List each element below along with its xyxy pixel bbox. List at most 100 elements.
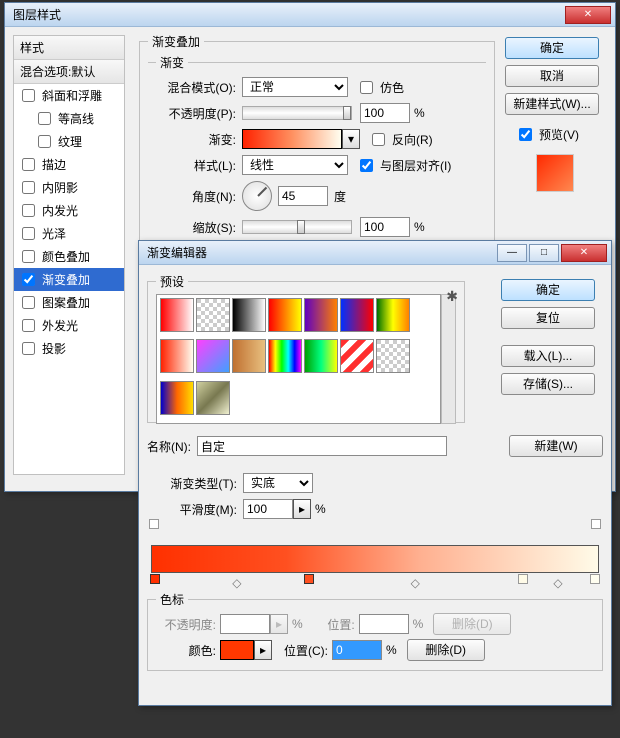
effect-item-8[interactable]: 渐变叠加 [14, 268, 124, 291]
angle-dial[interactable] [242, 181, 272, 211]
stop-color-dropdown[interactable]: ▸ [254, 640, 272, 660]
preset-15[interactable] [196, 381, 230, 415]
align-checkbox[interactable] [360, 159, 373, 172]
effect-item-0[interactable]: 斜面和浮雕 [14, 84, 124, 107]
preset-10[interactable] [268, 339, 302, 373]
gradient-bar[interactable]: ◇ ◇ ◇ [151, 545, 599, 573]
effect-checkbox[interactable] [22, 250, 35, 263]
maximize-icon[interactable]: □ [529, 244, 559, 262]
color-stop-1[interactable] [304, 574, 314, 584]
effect-checkbox[interactable] [22, 89, 35, 102]
color-stop-3[interactable] [590, 574, 600, 584]
preset-4[interactable] [304, 298, 338, 332]
effect-item-2[interactable]: 纹理 [14, 130, 124, 153]
preset-9[interactable] [232, 339, 266, 373]
effect-item-6[interactable]: 光泽 [14, 222, 124, 245]
style-label: 样式(L): [156, 157, 236, 174]
gradient-dropdown-icon[interactable]: ▾ [342, 129, 360, 149]
cancel-button[interactable]: 取消 [505, 65, 599, 87]
effect-item-3[interactable]: 描边 [14, 153, 124, 176]
effect-checkbox[interactable] [22, 342, 35, 355]
preset-2[interactable] [232, 298, 266, 332]
style-select[interactable]: 线性 [242, 155, 348, 175]
color-stop-0[interactable] [150, 574, 160, 584]
ge-save-button[interactable]: 存储(S)... [501, 373, 595, 395]
close-icon[interactable]: ✕ [565, 6, 611, 24]
degree-label: 度 [334, 188, 346, 205]
opacity-slider[interactable] [242, 106, 352, 120]
type-select[interactable]: 实底 [243, 473, 313, 493]
new-style-button[interactable]: 新建样式(W)... [505, 93, 599, 115]
blend-mode-select[interactable]: 正常 [242, 77, 348, 97]
titlebar[interactable]: 图层样式 ✕ [5, 3, 615, 27]
effect-label: 等高线 [58, 110, 94, 127]
stop-opacity-input [220, 614, 270, 634]
midpoint-0[interactable]: ◇ [232, 576, 241, 590]
effect-checkbox[interactable] [22, 319, 35, 332]
effect-label: 斜面和浮雕 [42, 87, 102, 104]
midpoint-2[interactable]: ◇ [553, 576, 562, 590]
ok-button[interactable]: 确定 [505, 37, 599, 59]
effect-item-4[interactable]: 内阴影 [14, 176, 124, 199]
effect-checkbox[interactable] [22, 181, 35, 194]
preset-14[interactable] [160, 381, 194, 415]
effect-item-10[interactable]: 外发光 [14, 314, 124, 337]
effect-checkbox[interactable] [22, 204, 35, 217]
preset-5[interactable] [340, 298, 374, 332]
styles-header[interactable]: 样式 [14, 36, 124, 60]
effect-item-9[interactable]: 图案叠加 [14, 291, 124, 314]
color-stop-2[interactable] [518, 574, 528, 584]
pct-label-3: % [315, 502, 326, 516]
effect-checkbox[interactable] [22, 296, 35, 309]
stop-color-delete-button[interactable]: 删除(D) [407, 639, 485, 661]
preset-7[interactable] [160, 339, 194, 373]
preset-6[interactable] [376, 298, 410, 332]
type-label: 渐变类型(T): [147, 475, 237, 492]
midpoint-1[interactable]: ◇ [411, 576, 420, 590]
preset-0[interactable] [160, 298, 194, 332]
preset-8[interactable] [196, 339, 230, 373]
angle-input[interactable] [278, 186, 328, 206]
blend-options-header[interactable]: 混合选项:默认 [14, 60, 124, 84]
opacity-stop-right[interactable] [591, 519, 601, 529]
preset-11[interactable] [304, 339, 338, 373]
smooth-input[interactable] [243, 499, 293, 519]
ge-ok-button[interactable]: 确定 [501, 279, 595, 301]
preset-scrollbar[interactable] [441, 294, 456, 424]
scale-input[interactable] [360, 217, 410, 237]
preset-12[interactable] [340, 339, 374, 373]
preset-1[interactable] [196, 298, 230, 332]
effect-checkbox[interactable] [22, 158, 35, 171]
preset-13[interactable] [376, 339, 410, 373]
ge-reset-button[interactable]: 复位 [501, 307, 595, 329]
ge-new-button[interactable]: 新建(W) [509, 435, 603, 457]
effect-item-7[interactable]: 颜色叠加 [14, 245, 124, 268]
effect-label: 光泽 [42, 225, 66, 242]
effect-item-11[interactable]: 投影 [14, 337, 124, 360]
preview-checkbox[interactable] [519, 128, 532, 141]
minimize-icon[interactable]: — [497, 244, 527, 262]
effect-checkbox[interactable] [38, 112, 51, 125]
effect-checkbox[interactable] [22, 273, 35, 286]
ge-titlebar[interactable]: 渐变编辑器 — □ ✕ [139, 241, 611, 265]
opacity-input[interactable] [360, 103, 410, 123]
effect-label: 外发光 [42, 317, 78, 334]
effect-checkbox[interactable] [22, 227, 35, 240]
ge-close-icon[interactable]: ✕ [561, 244, 607, 262]
effect-checkbox[interactable] [38, 135, 51, 148]
name-input[interactable] [197, 436, 447, 456]
gear-icon[interactable]: ✱ [446, 288, 458, 305]
gradient-swatch[interactable] [242, 129, 342, 149]
stop-position-c-input[interactable] [332, 640, 382, 660]
dither-checkbox[interactable] [360, 81, 373, 94]
opacity-stop-left[interactable] [149, 519, 159, 529]
preset-3[interactable] [268, 298, 302, 332]
effect-item-1[interactable]: 等高线 [14, 107, 124, 130]
smooth-dropdown-icon[interactable]: ▸ [293, 499, 311, 519]
preview-label: 预览(V) [539, 126, 579, 143]
effect-item-5[interactable]: 内发光 [14, 199, 124, 222]
ge-load-button[interactable]: 载入(L)... [501, 345, 595, 367]
scale-slider[interactable] [242, 220, 352, 234]
stop-color-swatch[interactable] [220, 640, 254, 660]
reverse-checkbox[interactable] [372, 133, 385, 146]
